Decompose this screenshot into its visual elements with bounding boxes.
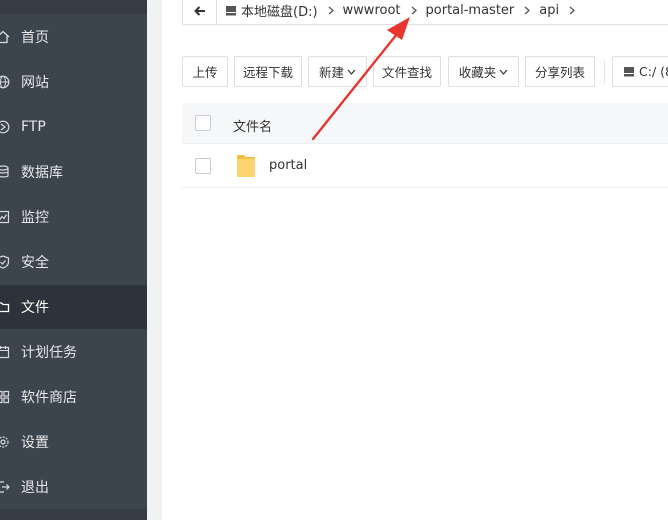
chevron-down-icon bbox=[499, 69, 508, 75]
logout-icon bbox=[0, 480, 10, 494]
breadcrumb-path: 本地磁盘(D:) wwwroot portal-master api bbox=[217, 1, 584, 20]
sidebar-item-security[interactable]: 安全 bbox=[0, 240, 147, 284]
sidebar-item-label: 退出 bbox=[21, 480, 49, 496]
new-button-label: 新建 bbox=[318, 65, 344, 80]
ftp-icon bbox=[0, 120, 10, 134]
sidebar-bottom-band bbox=[0, 509, 147, 520]
file-name[interactable]: portal bbox=[269, 158, 307, 173]
remote-download-label: 远程下载 bbox=[242, 65, 293, 80]
sidebar-item-home[interactable]: 首页 bbox=[0, 15, 147, 59]
sidebar-item-files[interactable]: 文件 bbox=[0, 285, 147, 329]
sidebar-item-label: 首页 bbox=[21, 30, 49, 46]
remote-download-button[interactable]: 远程下载 bbox=[234, 56, 302, 87]
breadcrumb-segment-portal-master[interactable]: portal-master bbox=[426, 3, 515, 18]
sidebar-item-label: 网站 bbox=[21, 75, 49, 91]
sidebar-item-logout[interactable]: 退出 bbox=[0, 465, 147, 509]
sidebar-item-label: 设置 bbox=[21, 435, 49, 451]
sidebar-item-cron[interactable]: 计划任务 bbox=[0, 330, 147, 374]
breadcrumb-segment-drive[interactable]: 本地磁盘(D:) bbox=[241, 1, 318, 20]
sidebar-item-label: 安全 bbox=[21, 255, 49, 271]
share-list-button[interactable]: 分享列表 bbox=[525, 56, 595, 87]
breadcrumb-segment-api[interactable]: api bbox=[539, 3, 559, 18]
arrow-left-icon bbox=[193, 5, 206, 16]
hard-disk-icon bbox=[623, 66, 639, 77]
folder-icon bbox=[237, 155, 255, 177]
chevron-down-icon bbox=[347, 69, 356, 75]
database-icon bbox=[0, 165, 10, 179]
sidebar-item-label: 文件 bbox=[21, 300, 49, 316]
favorites-dropdown-button[interactable]: 收藏夹 bbox=[448, 56, 519, 87]
calendar-icon bbox=[0, 345, 10, 359]
monitor-icon bbox=[0, 210, 10, 224]
sidebar-item-ftp[interactable]: FTP bbox=[0, 105, 147, 149]
store-icon bbox=[0, 390, 10, 404]
column-header-filename[interactable]: 文件名 bbox=[233, 116, 272, 135]
sidebar-top-band bbox=[0, 0, 147, 14]
row-checkbox[interactable] bbox=[195, 158, 211, 174]
sidebar-item-label: 软件商店 bbox=[21, 390, 77, 406]
breadcrumb: 本地磁盘(D:) wwwroot portal-master api bbox=[182, 0, 668, 25]
upload-button[interactable]: 上传 bbox=[182, 56, 228, 87]
table-row[interactable]: portal bbox=[182, 144, 668, 188]
sidebar-item-label: 监控 bbox=[21, 210, 49, 226]
sidebar-item-label: 数据库 bbox=[21, 165, 63, 181]
sidebar-item-label: FTP bbox=[21, 119, 46, 135]
select-all-checkbox[interactable] bbox=[195, 115, 211, 131]
favorites-label: 收藏夹 bbox=[458, 65, 497, 80]
back-button[interactable] bbox=[183, 0, 217, 24]
disk-c-label: C:/ (8 bbox=[639, 64, 668, 79]
file-search-label: 文件查找 bbox=[381, 65, 432, 80]
content-gutter bbox=[147, 0, 162, 520]
breadcrumb-segment-wwwroot[interactable]: wwwroot bbox=[343, 3, 401, 18]
sidebar-item-settings[interactable]: 设置 bbox=[0, 420, 147, 464]
share-list-label: 分享列表 bbox=[534, 65, 585, 80]
chevron-right-icon bbox=[411, 6, 417, 15]
upload-button-label: 上传 bbox=[192, 65, 218, 80]
sidebar: 首页 网站 FTP 数据库 监控 安全 文件 计划任务 软件商店 设置 退出 bbox=[0, 0, 147, 520]
disk-c-button[interactable]: C:/ (8 bbox=[612, 56, 668, 87]
file-search-button[interactable]: 文件查找 bbox=[373, 56, 441, 87]
shield-icon bbox=[0, 255, 10, 269]
chevron-right-icon bbox=[524, 6, 531, 15]
home-icon bbox=[0, 30, 10, 44]
gear-icon bbox=[0, 435, 10, 449]
sidebar-item-label: 计划任务 bbox=[21, 345, 77, 361]
new-dropdown-button[interactable]: 新建 bbox=[308, 56, 367, 87]
sidebar-item-store[interactable]: 软件商店 bbox=[0, 375, 147, 419]
toolbar-divider bbox=[604, 60, 605, 84]
hard-disk-icon bbox=[225, 5, 237, 16]
file-table-header: 文件名 bbox=[182, 103, 668, 144]
globe-icon bbox=[0, 75, 10, 89]
sidebar-item-database[interactable]: 数据库 bbox=[0, 150, 147, 194]
chevron-right-icon bbox=[328, 6, 334, 15]
folder-icon bbox=[0, 300, 10, 314]
chevron-right-icon bbox=[569, 6, 576, 15]
sidebar-item-website[interactable]: 网站 bbox=[0, 60, 147, 104]
sidebar-item-monitor[interactable]: 监控 bbox=[0, 195, 147, 239]
